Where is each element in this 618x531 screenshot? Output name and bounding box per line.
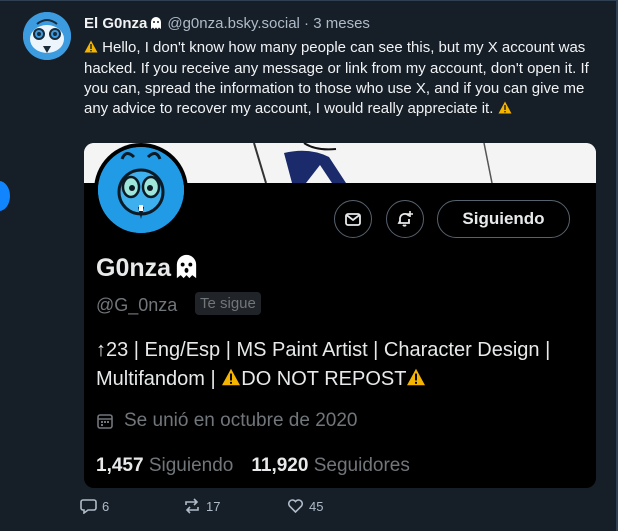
like-count: 45 [309,498,324,514]
new-post-indicator[interactable] [0,181,10,211]
heart-icon [287,499,304,514]
profile-name-text: G0nza [96,254,172,282]
repost-count: 17 [206,498,221,514]
following-button[interactable]: Siguiendo [437,200,570,238]
following-label: Siguiendo [148,455,234,476]
profile-joined: Se unió en octubre de 2020 [96,410,357,432]
reply-button[interactable]: 6 [80,498,109,514]
header-separator: · [304,15,310,32]
like-button[interactable]: 45 [287,498,323,514]
profile-stats: 1,457 Siguiendo 11,920 Seguidores [96,455,410,477]
ghost-emoji-icon [173,253,200,280]
repost-button[interactable]: 17 [183,498,220,514]
follows-you-badge: Te sigue [195,292,261,315]
followers-count: 11,920 [251,455,309,476]
profile-avatar [94,143,188,237]
profile-bio: ↑23 | Eng/Esp | MS Paint Artist | Charac… [96,336,566,395]
warning-sign-icon [406,366,426,395]
following-count: 1,457 [96,455,144,476]
profile-name: G0nza [96,253,200,283]
post-header: El G0nza @g0nza.bsky.social · 3 meses [84,15,370,33]
author-handle[interactable]: @g0nza.bsky.social [167,15,300,32]
bell-plus-icon [397,211,413,227]
followers-label: Seguidores [313,455,410,476]
notify-button[interactable] [386,200,424,238]
author-avatar-image [23,12,71,60]
envelope-icon [345,213,361,226]
warning-sign-icon [84,39,98,59]
top-divider [0,0,618,1]
warning-sign-icon [498,100,512,120]
warning-sign-icon [221,366,241,395]
post-body-text: Hello, I don't know how many people can … [84,39,589,117]
profile-bio-warning: DO NOT REPOST [241,368,407,390]
ghost-emoji-icon [149,16,163,30]
profile-joined-text: Se unió en octubre de 2020 [124,410,358,431]
profile-avatar-image [98,147,184,233]
post-actions: 6 17 45 [80,498,380,516]
author-name[interactable]: El G0nza [84,15,147,32]
post-timestamp[interactable]: 3 meses [313,15,370,32]
message-button[interactable] [334,200,372,238]
repost-arrows-icon [185,498,199,514]
speech-bubble-icon [80,499,97,514]
embedded-image-profile-card[interactable]: Siguiendo G0nza @G_0nza Te sigue ↑23 | E… [84,143,596,488]
author-avatar[interactable] [23,12,71,60]
reply-count: 6 [102,498,110,514]
post-text: Hello, I don't know how many people can … [84,38,604,120]
calendar-icon [97,414,113,429]
profile-handle: @G_0nza [96,295,178,315]
